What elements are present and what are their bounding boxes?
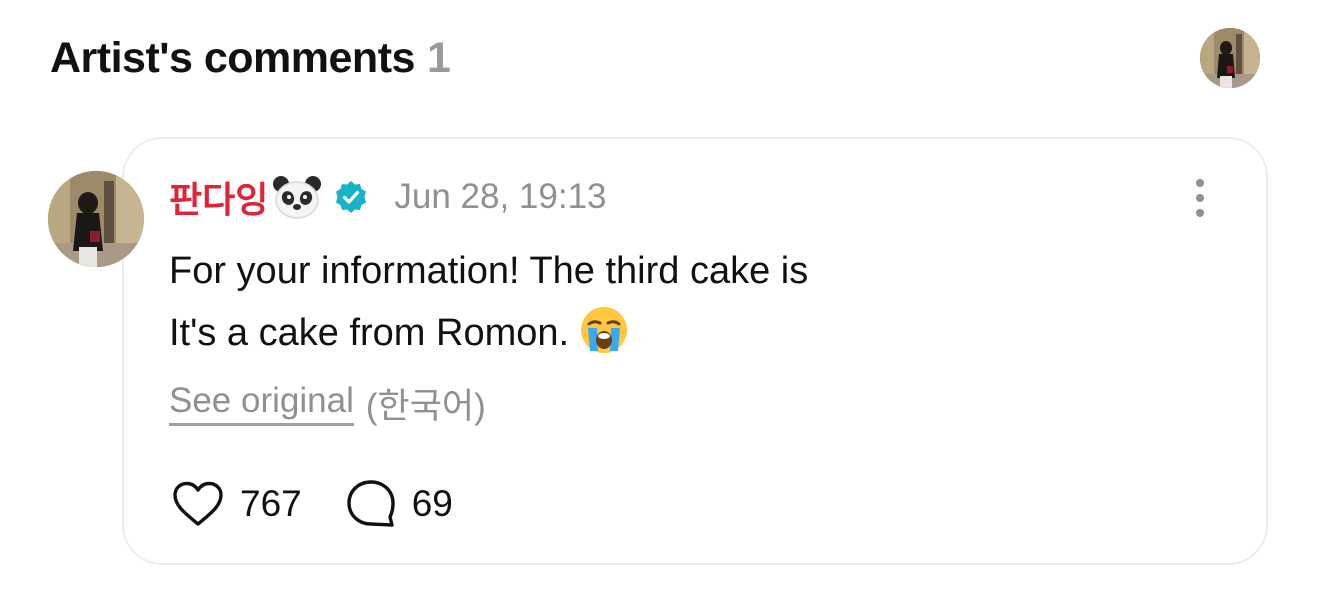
verified-badge-icon	[336, 181, 367, 213]
avatar-photo-icon	[48, 171, 144, 267]
avatar-photo-icon	[1200, 28, 1260, 88]
like-button[interactable]: 767	[172, 481, 302, 527]
see-original-link[interactable]: See original	[169, 381, 354, 426]
comment-line: For your information! The third cake is	[169, 250, 809, 292]
comment-line: It's a cake from Romon.	[169, 312, 570, 354]
loudly-crying-face-icon	[581, 307, 628, 353]
comment-count: 1	[426, 34, 451, 82]
reply-count: 69	[411, 483, 453, 524]
section-title: Artist's comments	[50, 34, 415, 82]
comment-meta: 판다잉 Jun 28, 19:13	[169, 174, 607, 220]
author-name[interactable]: 판다잉	[169, 171, 268, 223]
more-options-icon[interactable]	[1186, 176, 1214, 220]
reply-button[interactable]: 69	[346, 479, 453, 529]
current-user-avatar[interactable]	[1200, 28, 1260, 88]
comment-line-with-emoji: It's a cake from Romon.	[169, 302, 808, 364]
comment-text: For your information! The third cake is …	[169, 240, 808, 364]
section-header: Artist's comments 1	[50, 34, 451, 83]
like-count: 767	[240, 483, 302, 524]
comment-actions: 767 69	[172, 478, 453, 530]
panda-icon	[273, 176, 322, 219]
original-language: (한국어)	[365, 387, 486, 426]
heart-icon	[173, 481, 223, 526]
author-avatar[interactable]	[48, 171, 144, 267]
comment-timestamp: Jun 28, 19:13	[394, 177, 607, 216]
translation-row: See original (한국어)	[169, 378, 486, 429]
comment-bubble-icon	[347, 480, 395, 527]
